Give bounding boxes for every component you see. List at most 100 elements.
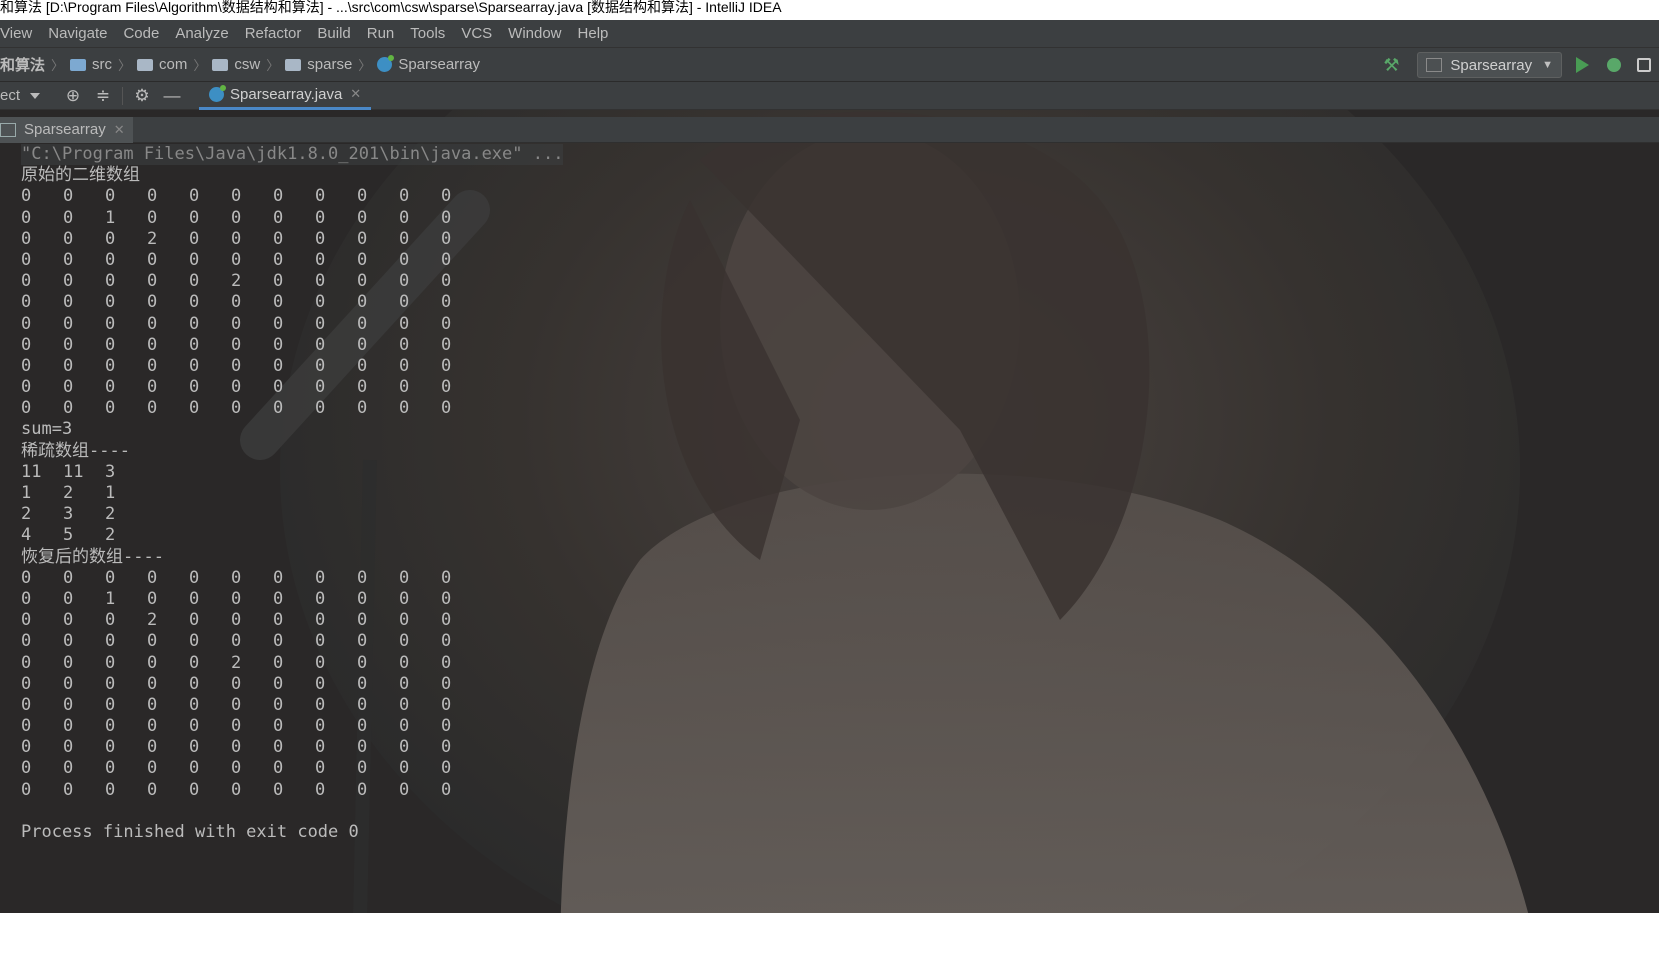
menu-view[interactable]: View <box>0 25 40 42</box>
original-array-row: 0 0 1 0 0 0 0 0 0 0 0 <box>21 208 1659 229</box>
array-cell: 0 <box>315 228 326 249</box>
array-cell: 0 <box>399 398 410 419</box>
array-cell: 0 <box>315 249 326 270</box>
original-array-row: 0 0 0 0 0 0 0 0 0 0 0 <box>21 377 1659 398</box>
array-cell: 0 <box>399 737 410 758</box>
collapse-icon[interactable]: ≑ <box>88 86 118 106</box>
run-console-output[interactable]: "C:\Program Files\Java\jdk1.8.0_201\bin\… <box>0 143 1659 913</box>
run-tab-label: Sparsearray <box>24 121 106 138</box>
gear-icon[interactable]: ⚙ <box>127 86 157 106</box>
menu-build[interactable]: Build <box>309 25 358 42</box>
array-cell: 0 <box>357 398 368 419</box>
array-cell: 0 <box>399 631 410 652</box>
folder-icon <box>285 58 302 71</box>
array-cell: 0 <box>399 694 410 715</box>
restored-array-row: 0 0 0 0 0 0 0 0 0 0 0 <box>21 695 1659 716</box>
menu-code[interactable]: Code <box>115 25 167 42</box>
array-cell: 0 <box>357 271 368 292</box>
menu-refactor[interactable]: Refactor <box>237 25 310 42</box>
menu-tools[interactable]: Tools <box>402 25 453 42</box>
array-cell: 0 <box>273 228 284 249</box>
array-cell: 0 <box>315 694 326 715</box>
array-cell: 2 <box>231 652 242 673</box>
array-cell: 0 <box>63 334 74 355</box>
menu-vcs[interactable]: VCS <box>453 25 500 42</box>
array-cell: 0 <box>399 313 410 334</box>
original-array-row: 0 0 0 0 0 0 0 0 0 0 0 <box>21 356 1659 377</box>
array-cell: 0 <box>105 631 116 652</box>
array-cell: 0 <box>21 313 32 334</box>
array-cell: 0 <box>273 610 284 631</box>
array-cell: 0 <box>357 207 368 228</box>
array-cell: 0 <box>189 207 200 228</box>
original-array-row: 0 0 0 0 0 0 0 0 0 0 0 <box>21 314 1659 335</box>
array-cell: 0 <box>147 588 158 609</box>
array-cell: 0 <box>105 758 116 779</box>
folder-icon <box>212 58 229 71</box>
run-icon[interactable] <box>1576 57 1589 73</box>
menu-navigate[interactable]: Navigate <box>40 25 115 42</box>
array-cell: 0 <box>105 567 116 588</box>
run-toolbar: ⚒ Sparsearray ▼ <box>1383 48 1659 82</box>
menu-run[interactable]: Run <box>359 25 403 42</box>
array-cell: 0 <box>147 694 158 715</box>
array-cell: 0 <box>147 334 158 355</box>
array-cell: 3 <box>105 461 116 482</box>
array-cell: 0 <box>231 355 242 376</box>
menu-window[interactable]: Window <box>500 25 569 42</box>
minus-icon[interactable]: — <box>157 86 187 106</box>
breadcrumb-root[interactable]: 和算法 <box>0 54 45 75</box>
breadcrumb-class[interactable]: Sparsearray <box>398 56 480 73</box>
array-cell: 0 <box>441 377 452 398</box>
console-original-title: 原始的二维数组 <box>21 165 140 186</box>
close-icon[interactable]: ✕ <box>350 86 361 102</box>
close-icon[interactable]: ✕ <box>114 122 125 138</box>
chevron-down-icon[interactable] <box>30 92 41 99</box>
array-cell: 0 <box>315 588 326 609</box>
array-cell: 0 <box>147 652 158 673</box>
array-cell: 0 <box>21 398 32 419</box>
console-command-line: "C:\Program Files\Java\jdk1.8.0_201\bin\… <box>21 144 564 166</box>
menu-help[interactable]: Help <box>570 25 617 42</box>
array-cell: 0 <box>357 588 368 609</box>
array-cell: 0 <box>315 355 326 376</box>
original-array-row: 0 0 0 0 0 0 0 0 0 0 0 <box>21 186 1659 207</box>
array-cell: 0 <box>315 271 326 292</box>
run-configuration-select[interactable]: Sparsearray ▼ <box>1417 52 1562 78</box>
array-cell: 0 <box>315 377 326 398</box>
console-exit-line: Process finished with exit code 0 <box>21 822 359 842</box>
coverage-icon[interactable] <box>1637 58 1651 72</box>
debug-icon[interactable] <box>1607 58 1621 72</box>
array-cell: 0 <box>147 398 158 419</box>
array-cell: 0 <box>63 716 74 737</box>
array-cell: 0 <box>147 567 158 588</box>
array-cell: 2 <box>63 483 74 503</box>
array-cell: 0 <box>189 737 200 758</box>
array-cell: 0 <box>315 673 326 694</box>
breadcrumb-src[interactable]: src <box>92 56 112 73</box>
array-cell: 0 <box>441 249 452 270</box>
breadcrumb-sparse[interactable]: sparse <box>307 56 352 73</box>
array-cell: 0 <box>105 779 116 800</box>
run-tab-sparsearray[interactable]: Sparsearray ✕ <box>0 116 133 143</box>
hammer-icon[interactable]: ⚒ <box>1383 56 1401 74</box>
breadcrumb-csw[interactable]: csw <box>234 56 260 73</box>
array-cell: 0 <box>189 398 200 419</box>
array-cell: 0 <box>441 694 452 715</box>
editor-tab-sparsearray[interactable]: Sparsearray.java ✕ <box>199 81 372 110</box>
array-cell: 0 <box>357 779 368 800</box>
menu-analyze[interactable]: Analyze <box>167 25 236 42</box>
array-cell: 0 <box>273 631 284 652</box>
array-cell: 0 <box>399 652 410 673</box>
array-cell: 0 <box>273 271 284 292</box>
breadcrumb-com[interactable]: com <box>159 56 187 73</box>
crosshair-icon[interactable]: ⊕ <box>58 86 88 106</box>
array-cell: 4 <box>21 525 32 546</box>
array-cell: 0 <box>273 313 284 334</box>
array-cell: 0 <box>63 207 74 228</box>
array-cell: 0 <box>441 567 452 588</box>
array-cell: 0 <box>273 334 284 355</box>
array-cell: 0 <box>441 652 452 673</box>
project-view-selector[interactable]: ect <box>0 87 20 104</box>
array-cell: 0 <box>441 292 452 313</box>
